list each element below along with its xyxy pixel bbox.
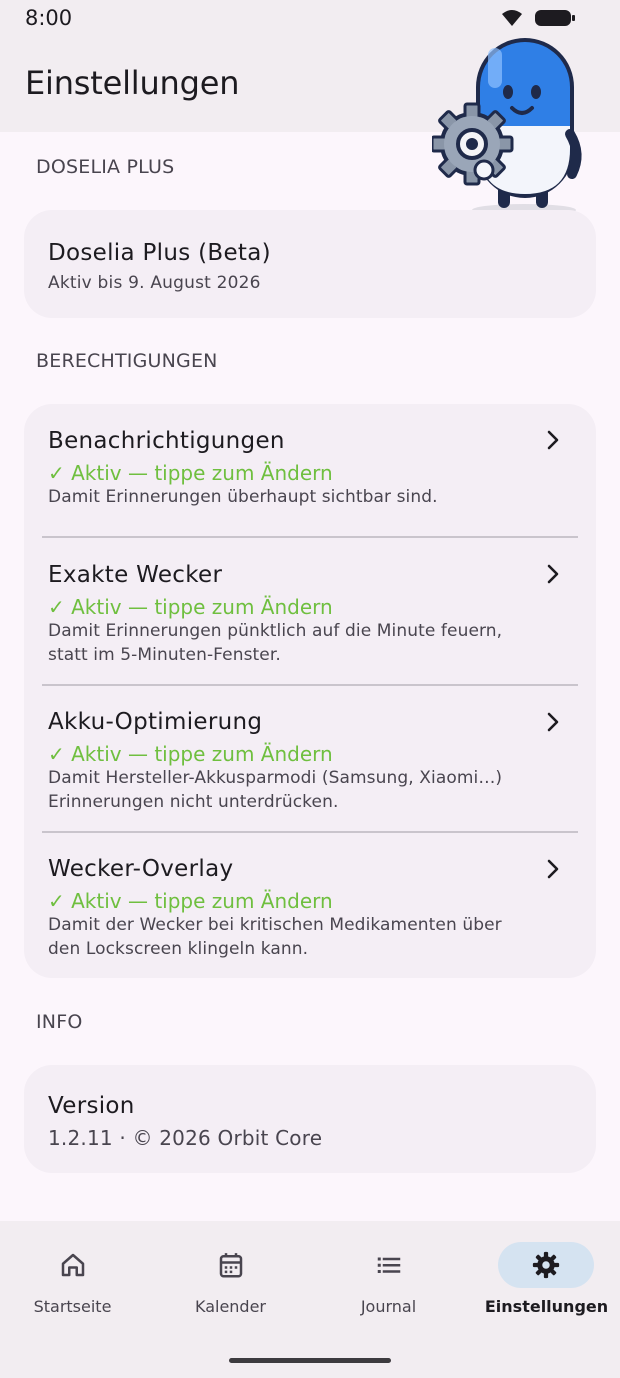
nav-label: Einstellungen bbox=[484, 1297, 609, 1316]
nav-label: Journal bbox=[360, 1297, 417, 1316]
chevron-right-icon bbox=[547, 712, 559, 732]
permission-status: ✓ Aktiv — tippe zum Ändern bbox=[48, 461, 333, 485]
chevron-right-icon bbox=[547, 859, 559, 879]
calendar-icon bbox=[219, 1253, 243, 1278]
permission-status: ✓ Aktiv — tippe zum Ändern bbox=[48, 595, 333, 619]
gear-icon bbox=[532, 1251, 560, 1279]
bottom-navigation: Startseite Kalender Journal Einstellunge… bbox=[0, 1221, 620, 1378]
version-subtitle: 1.2.11 · © 2026 Orbit Core bbox=[48, 1126, 323, 1150]
permission-desc: Damit Hersteller-Akkusparmodi (Samsung, … bbox=[48, 768, 503, 812]
battery-icon bbox=[535, 10, 575, 26]
wifi-icon bbox=[502, 10, 522, 26]
home-icon bbox=[61, 1253, 85, 1277]
permission-exact-alarms[interactable]: Exakte Wecker ✓ Aktiv — tippe zum Ändern… bbox=[24, 537, 596, 685]
section-label-permissions: BERECHTIGUNGEN bbox=[36, 350, 218, 372]
permission-alarm-overlay[interactable]: Wecker-Overlay ✓ Aktiv — tippe zum Änder… bbox=[24, 832, 596, 978]
nav-item-settings[interactable]: Einstellungen bbox=[474, 1221, 620, 1321]
chevron-right-icon bbox=[547, 564, 559, 584]
permission-status: ✓ Aktiv — tippe zum Ändern bbox=[48, 889, 333, 913]
permission-desc: Damit der Wecker bei kritischen Medikame… bbox=[48, 915, 502, 959]
permission-notifications[interactable]: Benachrichtigungen ✓ Aktiv — tippe zum Ä… bbox=[24, 404, 596, 537]
nav-item-calendar[interactable]: Kalender bbox=[158, 1221, 313, 1321]
nav-item-journal[interactable]: Journal bbox=[316, 1221, 471, 1321]
gesture-bar[interactable] bbox=[229, 1358, 391, 1363]
plus-card[interactable]: Doselia Plus (Beta) Aktiv bis 9. August … bbox=[24, 210, 596, 318]
version-title: Version bbox=[48, 1093, 135, 1119]
section-label-info: INFO bbox=[36, 1011, 83, 1033]
nav-label: Kalender bbox=[194, 1297, 267, 1316]
permission-status: ✓ Aktiv — tippe zum Ändern bbox=[48, 742, 333, 766]
plus-title: Doselia Plus (Beta) bbox=[48, 240, 271, 266]
permission-battery-optimization[interactable]: Akku-Optimierung ✓ Aktiv — tippe zum Änd… bbox=[24, 685, 596, 832]
status-time: 8:00 bbox=[25, 6, 73, 30]
permissions-card: Benachrichtigungen ✓ Aktiv — tippe zum Ä… bbox=[24, 404, 596, 978]
plus-subtitle: Aktiv bis 9. August 2026 bbox=[48, 273, 261, 293]
status-icons bbox=[500, 8, 576, 28]
permission-desc: Damit Erinnerungen überhaupt sichtbar si… bbox=[48, 487, 438, 507]
page-title: Einstellungen bbox=[25, 64, 240, 102]
section-label-plus: DOSELIA PLUS bbox=[36, 156, 175, 178]
permission-title: Exakte Wecker bbox=[48, 562, 223, 588]
version-card: Version 1.2.11 · © 2026 Orbit Core bbox=[24, 1065, 596, 1173]
permission-title: Akku-Optimierung bbox=[48, 709, 263, 735]
chevron-right-icon bbox=[547, 430, 559, 450]
list-icon bbox=[377, 1257, 401, 1273]
mascot-pill-icon bbox=[432, 38, 582, 216]
nav-item-home[interactable]: Startseite bbox=[0, 1221, 155, 1321]
nav-label: Startseite bbox=[33, 1297, 112, 1316]
permission-desc: Damit Erinnerungen pünktlich auf die Min… bbox=[48, 621, 503, 665]
permission-title: Benachrichtigungen bbox=[48, 428, 285, 454]
permission-title: Wecker-Overlay bbox=[48, 856, 234, 882]
